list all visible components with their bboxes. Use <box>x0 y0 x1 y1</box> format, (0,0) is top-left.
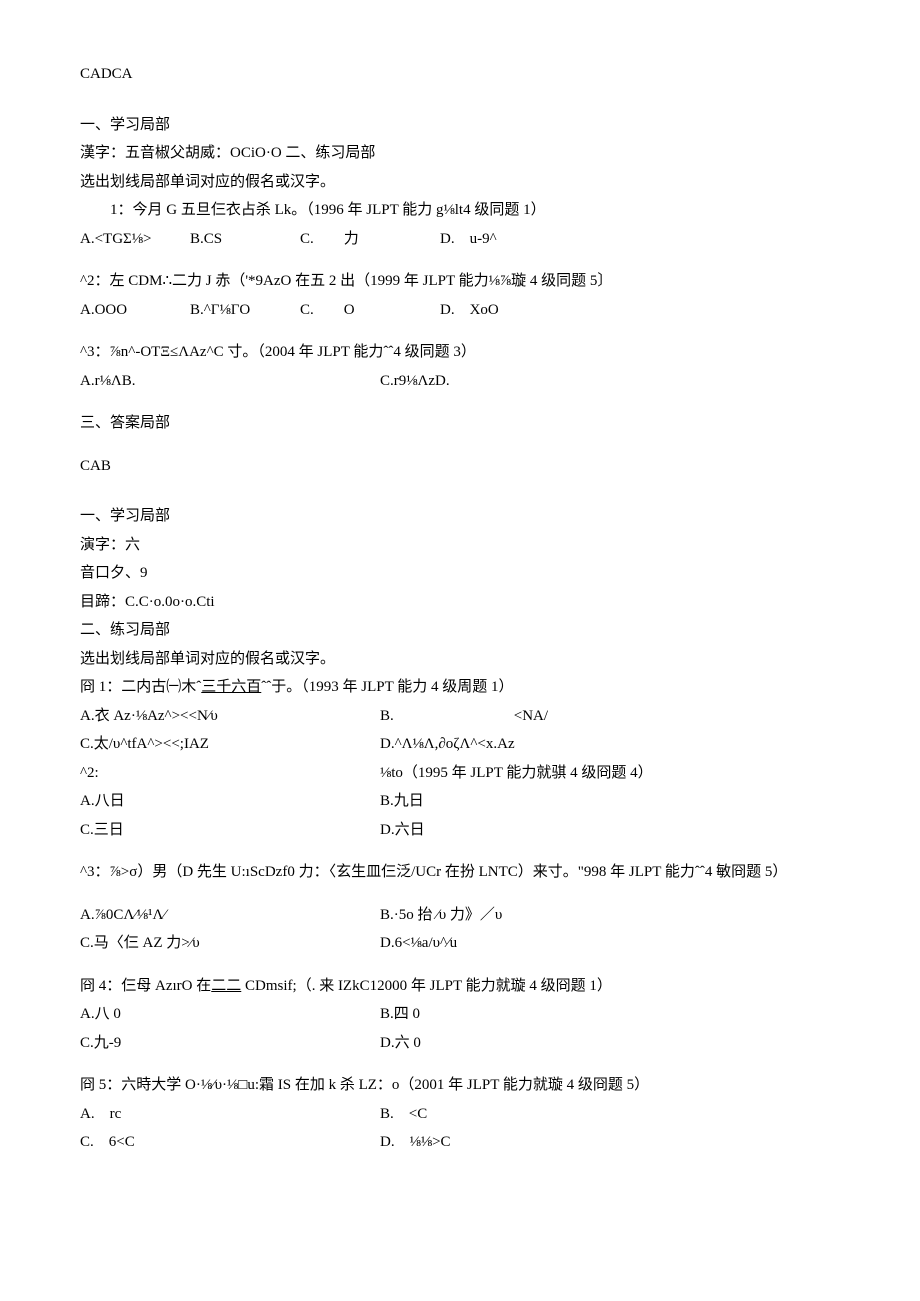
q1-opt-d: D. u-9^ <box>440 225 840 254</box>
s2q5-opt-d: D. ⅛⅛>C <box>380 1128 840 1157</box>
s2q2-stem-l: ^2: <box>80 759 380 788</box>
s2q5-row1: A. rc B. <C <box>80 1100 840 1129</box>
s2q1-opt-d: D.^Λ⅛Λ,∂oζΛ^<x.Az <box>380 730 840 759</box>
s2q2-row2: C.三日 D.六日 <box>80 816 840 845</box>
s2q2-opt-d: D.六日 <box>380 816 840 845</box>
s2q3-row2: C.马〈仨 AZ 力>⁄υ D.6<⅛a/υ^⁄u <box>80 929 840 958</box>
q2-options: A.OOO B.^Γ⅛ΓO C. O D. XoO <box>80 296 840 325</box>
s2q4-opt-d: D.六 0 <box>380 1029 840 1058</box>
s2q1-opt-c: C.太/υ^tfA^><<;IAZ <box>80 730 380 759</box>
section-1: 一、学习局部 漢字：五音椒父胡威：OCiO·O 二、练习局部 选出划线局部单词对… <box>80 111 840 481</box>
s2q3-opt-a: A.⅞0CΛ⁄⅛¹Λ⁄ <box>80 901 380 930</box>
s2q5-stem: 冏 5：六時大学 O·⅛⁄υ·⅛□u:霜 IS 在加 k 杀 LZ：o（2001… <box>80 1071 840 1100</box>
section-2: 一、学习局部 演字：六 音口夕、9 目蹄：C.C·o.0o·o.Cti 二、练习… <box>80 502 840 1157</box>
s2q5-row2: C. 6<C D. ⅛⅛>C <box>80 1128 840 1157</box>
s2q4-stem-underline: 二二 <box>211 978 241 994</box>
q3-options: A.r⅛ΛB. C.r9⅛ΛzD. <box>80 367 840 396</box>
s2q2-stem-r: ⅛to（1995 年 JLPT 能力就骐 4 级冏题 4） <box>380 759 840 788</box>
s2q1-stem-pre: 冏 1：二内古㈠木ˆ <box>80 679 201 695</box>
s2q5-opt-b: B. <C <box>380 1100 840 1129</box>
q1-opt-b: B.CS <box>190 225 300 254</box>
s2q1-stem-post: ˆˆ于。（1993 年 JLPT 能力 4 级周题 1） <box>261 679 513 695</box>
sec2-line5: 选出划线局部单词对应的假名或汉字。 <box>80 645 840 674</box>
s2q1-opt-a: A.衣 Az·⅛Az^><<N⁄υ <box>80 702 380 731</box>
s2q5-opt-c: C. 6<C <box>80 1128 380 1157</box>
q3-opt-ab: A.r⅛ΛB. <box>80 367 380 396</box>
sec1-heading: 一、学习局部 <box>80 111 840 140</box>
s2q5-opt-a: A. rc <box>80 1100 380 1129</box>
q1-opt-c: C. 力 <box>300 225 440 254</box>
s2q1-stem: 冏 1：二内古㈠木ˆ三千六百ˆˆ于。（1993 年 JLPT 能力 4 级周题 … <box>80 673 840 702</box>
s2q1-row1: A.衣 Az·⅛Az^><<N⁄υ B. <NA/ <box>80 702 840 731</box>
sec2-heading2: 二、练习局部 <box>80 616 840 645</box>
q1-stem: 1：今月 G 五旦仨衣占杀 Lk。（1996 年 JLPT 能力 g⅛lt4 级… <box>80 196 840 225</box>
sec1-answer: CAB <box>80 452 840 481</box>
s2q3-opt-d: D.6<⅛a/υ^⁄u <box>380 929 840 958</box>
s2q2-row1: A.八日 B.九日 <box>80 787 840 816</box>
s2q2-opt-a: A.八日 <box>80 787 380 816</box>
s2q3-row1: A.⅞0CΛ⁄⅛¹Λ⁄ B.·5o 抬 ⁄υ 力》／υ <box>80 901 840 930</box>
s2q2-opt-b: B.九日 <box>380 787 840 816</box>
s2q1-row2: C.太/υ^tfA^><<;IAZ D.^Λ⅛Λ,∂oζΛ^<x.Az <box>80 730 840 759</box>
s2q1-stem-underline: 三千六百 <box>201 679 261 695</box>
q2-opt-c: C. O <box>300 296 440 325</box>
s2q4-stem: 冏 4：仨母 AzırO 在二二 CDmsif;（. 来 IZkC12000 年… <box>80 972 840 1001</box>
sec2-heading: 一、学习局部 <box>80 502 840 531</box>
s2q3-stem: ^3：⅞>σ）男（D 先生 U:ıScDzf0 力：〈玄生皿仨泛/UCr 在扮 … <box>80 858 840 887</box>
q2-opt-b: B.^Γ⅛ΓO <box>190 296 300 325</box>
q2-opt-d: D. XoO <box>440 296 840 325</box>
s2q4-stem-post: CDmsif;（. 来 IZkC12000 年 JLPT 能力就璇 4 级冏题 … <box>241 978 612 994</box>
s2q4-opt-c: C.九-9 <box>80 1029 380 1058</box>
s2q2-opt-c: C.三日 <box>80 816 380 845</box>
q1-opt-a: A.<TGΣ⅛> <box>80 225 190 254</box>
s2q3-opt-b: B.·5o 抬 ⁄υ 力》／υ <box>380 901 840 930</box>
s2q2-stem: ^2: ⅛to（1995 年 JLPT 能力就骐 4 级冏题 4） <box>80 759 840 788</box>
s2q1-opt-b: B. <NA/ <box>380 702 840 731</box>
s2q4-opt-b: B.四 0 <box>380 1000 840 1029</box>
q2-stem: ^2：左 CDM∴二力 J 赤（'*9AzO 在五 2 出（1999 年 JLP… <box>80 267 840 296</box>
top-answer: CADCA <box>80 60 840 89</box>
s2q4-opt-a: A.八 0 <box>80 1000 380 1029</box>
q1-options: A.<TGΣ⅛> B.CS C. 力 D. u-9^ <box>80 225 840 254</box>
sec2-line2: 演字：六 <box>80 531 840 560</box>
sec1-line3: 选出划线局部单词对应的假名或汉字。 <box>80 168 840 197</box>
sec2-line4: 目蹄：C.C·o.0o·o.Cti <box>80 588 840 617</box>
q3-opt-cd: C.r9⅛ΛzD. <box>380 367 840 396</box>
s2q4-stem-pre: 冏 4：仨母 AzırO 在 <box>80 978 211 994</box>
s2q4-row2: C.九-9 D.六 0 <box>80 1029 840 1058</box>
q2-opt-a: A.OOO <box>80 296 190 325</box>
s2q4-row1: A.八 0 B.四 0 <box>80 1000 840 1029</box>
sec2-line3: 音口夕、9 <box>80 559 840 588</box>
q3-stem: ^3：⅞n^-OTΞ≤ΛAz^C 寸。（2004 年 JLPT 能力ˆˆ4 级同… <box>80 338 840 367</box>
s2q3-opt-c: C.马〈仨 AZ 力>⁄υ <box>80 929 380 958</box>
sec1-line2: 漢字：五音椒父胡威：OCiO·O 二、练习局部 <box>80 139 840 168</box>
sec1-answer-heading: 三、答案局部 <box>80 409 840 438</box>
